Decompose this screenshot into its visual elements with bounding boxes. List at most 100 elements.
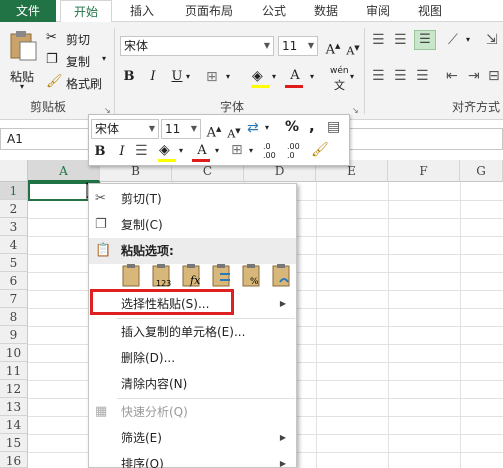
increase-indent-icon[interactable]: ⇥ — [468, 68, 480, 84]
copy-button[interactable]: ❐ 复制 ▾ — [46, 52, 112, 70]
shrink-font-icon[interactable]: A▼ — [225, 122, 243, 141]
underline-button[interactable]: U — [168, 68, 186, 86]
format-table-icon[interactable]: ▤ — [327, 119, 340, 135]
cut-button[interactable]: ✂ 剪切 — [46, 30, 106, 48]
paste-option-link[interactable] — [269, 261, 295, 289]
row-header[interactable]: 2 — [0, 200, 28, 218]
border-icon[interactable]: ⊞ — [231, 142, 243, 158]
select-all-corner[interactable] — [0, 160, 28, 182]
tab-insert[interactable]: 插入 — [120, 0, 164, 22]
align-center-icon[interactable]: ☰ — [135, 143, 148, 159]
align-middle-icon[interactable]: ☰ — [394, 32, 407, 48]
row-header[interactable]: 5 — [0, 254, 28, 272]
column-header[interactable]: F — [388, 160, 460, 182]
phonetic-label[interactable]: wén — [330, 66, 349, 76]
dialog-launcher-icon[interactable]: ↘ — [352, 106, 359, 115]
row-header[interactable]: 14 — [0, 416, 28, 434]
row-header[interactable]: 16 — [0, 452, 28, 468]
align-right-icon[interactable]: ☰ — [416, 68, 429, 84]
chevron-down-icon[interactable]: ▾ — [310, 72, 314, 81]
fill-color-icon[interactable]: ◈ — [252, 68, 263, 84]
scissors-icon: ✂ — [95, 191, 106, 206]
row-header[interactable]: 10 — [0, 344, 28, 362]
menu-item-filter[interactable]: 筛选(E) ▶ — [89, 425, 296, 451]
font-name-combo[interactable]: 宋体 ▼ — [120, 36, 274, 56]
chevron-down-icon[interactable]: ▾ — [265, 123, 269, 132]
comma-button[interactable]: , — [309, 117, 315, 135]
mini-font-size-combo[interactable]: 11 ▼ — [161, 119, 201, 139]
brush-icon[interactable]: 🖌 — [311, 142, 329, 158]
grow-font-icon[interactable]: A▲ — [205, 120, 223, 140]
menu-item-clear-contents[interactable]: 清除内容(N) — [89, 371, 296, 397]
chevron-down-icon[interactable]: ▾ — [186, 72, 190, 81]
row-header[interactable]: 6 — [0, 272, 28, 290]
border-icon[interactable]: ⊞ — [206, 69, 218, 85]
tab-review[interactable]: 审阅 — [356, 0, 400, 22]
chevron-down-icon[interactable]: ▾ — [466, 35, 470, 44]
row-header[interactable]: 7 — [0, 290, 28, 308]
font-color-icon[interactable]: A — [286, 67, 304, 85]
italic-button[interactable]: I — [144, 68, 162, 86]
paste-values-icon: 123 — [152, 264, 171, 288]
context-menu: ✂ 剪切(T) ❐ 复制(C) 📋 粘贴选项: 123 fx % 选择性粘贴(S… — [88, 183, 297, 468]
menu-item-insert-copied-cells[interactable]: 插入复制的单元格(E)... — [89, 319, 296, 345]
quick-analysis-icon: ▦ — [95, 404, 108, 419]
paste-option-paste[interactable] — [119, 261, 145, 289]
grow-font-icon[interactable]: A▲ — [324, 37, 342, 57]
paste-button[interactable]: 粘贴 ▾ — [6, 30, 40, 94]
chevron-down-icon[interactable]: ▾ — [249, 146, 253, 155]
paste-option-formatting[interactable]: % — [239, 261, 265, 289]
tab-data[interactable]: 数据 — [304, 0, 348, 22]
paste-formatting-icon: % — [242, 264, 260, 287]
chevron-down-icon[interactable]: ▾ — [215, 146, 219, 155]
tab-view[interactable]: 视图 — [408, 0, 452, 22]
merge-icon[interactable]: ⊟ — [488, 68, 500, 84]
percent-button[interactable]: % — [285, 119, 299, 135]
mini-italic-button[interactable]: I — [113, 143, 131, 161]
mini-font-name-combo[interactable]: 宋体 ▼ — [91, 119, 159, 139]
decrease-indent-icon[interactable]: ⇤ — [446, 68, 458, 84]
tab-home[interactable]: 开始 — [60, 0, 112, 23]
menu-item-cut[interactable]: ✂ 剪切(T) — [89, 186, 296, 212]
align-top-icon[interactable]: ☰ — [372, 32, 385, 48]
tab-page-layout[interactable]: 页面布局 — [172, 0, 246, 22]
format-painter-button[interactable]: 🖌 格式刷 — [46, 74, 112, 92]
row-header[interactable]: 4 — [0, 236, 28, 254]
tab-formulas[interactable]: 公式 — [252, 0, 296, 22]
row-header[interactable]: 12 — [0, 380, 28, 398]
chevron-down-icon[interactable]: ▾ — [272, 72, 276, 81]
chevron-down-icon[interactable]: ▾ — [226, 72, 230, 81]
row-header[interactable]: 15 — [0, 434, 28, 452]
paste-option-values[interactable]: 123 — [149, 261, 175, 289]
chevron-down-icon[interactable]: ▾ — [350, 72, 354, 81]
font-size-combo[interactable]: 11 ▼ — [278, 36, 318, 56]
grid-line — [460, 182, 461, 468]
bold-button[interactable]: B — [120, 68, 138, 86]
row-header[interactable]: 9 — [0, 326, 28, 344]
paste-option-transpose[interactable] — [209, 261, 235, 289]
number-format-icon[interactable]: ⇄ — [247, 120, 259, 136]
mini-bold-button[interactable]: B — [91, 143, 109, 161]
align-center-icon[interactable]: ☰ — [394, 68, 407, 84]
menu-item-delete[interactable]: 删除(D)... — [89, 345, 296, 371]
row-header[interactable]: 3 — [0, 218, 28, 236]
fill-color-icon[interactable]: ◈ — [159, 142, 170, 158]
chevron-down-icon[interactable]: ▾ — [179, 146, 183, 155]
decrease-decimal-button[interactable]: .00 .0 — [287, 142, 300, 160]
increase-decimal-button[interactable]: .0 .00 — [263, 142, 276, 160]
font-color-icon[interactable]: A — [193, 142, 211, 160]
column-header[interactable]: G — [460, 160, 503, 182]
row-header[interactable]: 11 — [0, 362, 28, 380]
shrink-font-icon[interactable]: A▼ — [344, 39, 362, 58]
menu-item-copy[interactable]: ❐ 复制(C) — [89, 212, 296, 238]
row-header[interactable]: 8 — [0, 308, 28, 326]
orientation-icon[interactable]: ⟋ — [448, 32, 458, 48]
align-bottom-icon[interactable]: ☰ — [414, 30, 436, 50]
menu-item-sort[interactable]: 排序(O) ▶ — [89, 451, 296, 468]
wrap-text-icon[interactable]: ⇲ — [486, 32, 498, 48]
paste-option-formulas[interactable]: fx — [179, 261, 205, 289]
row-header[interactable]: 13 — [0, 398, 28, 416]
row-header[interactable]: 1 — [0, 182, 28, 200]
align-left-icon[interactable]: ☰ — [372, 68, 385, 84]
tab-file[interactable]: 文件 — [0, 0, 56, 22]
